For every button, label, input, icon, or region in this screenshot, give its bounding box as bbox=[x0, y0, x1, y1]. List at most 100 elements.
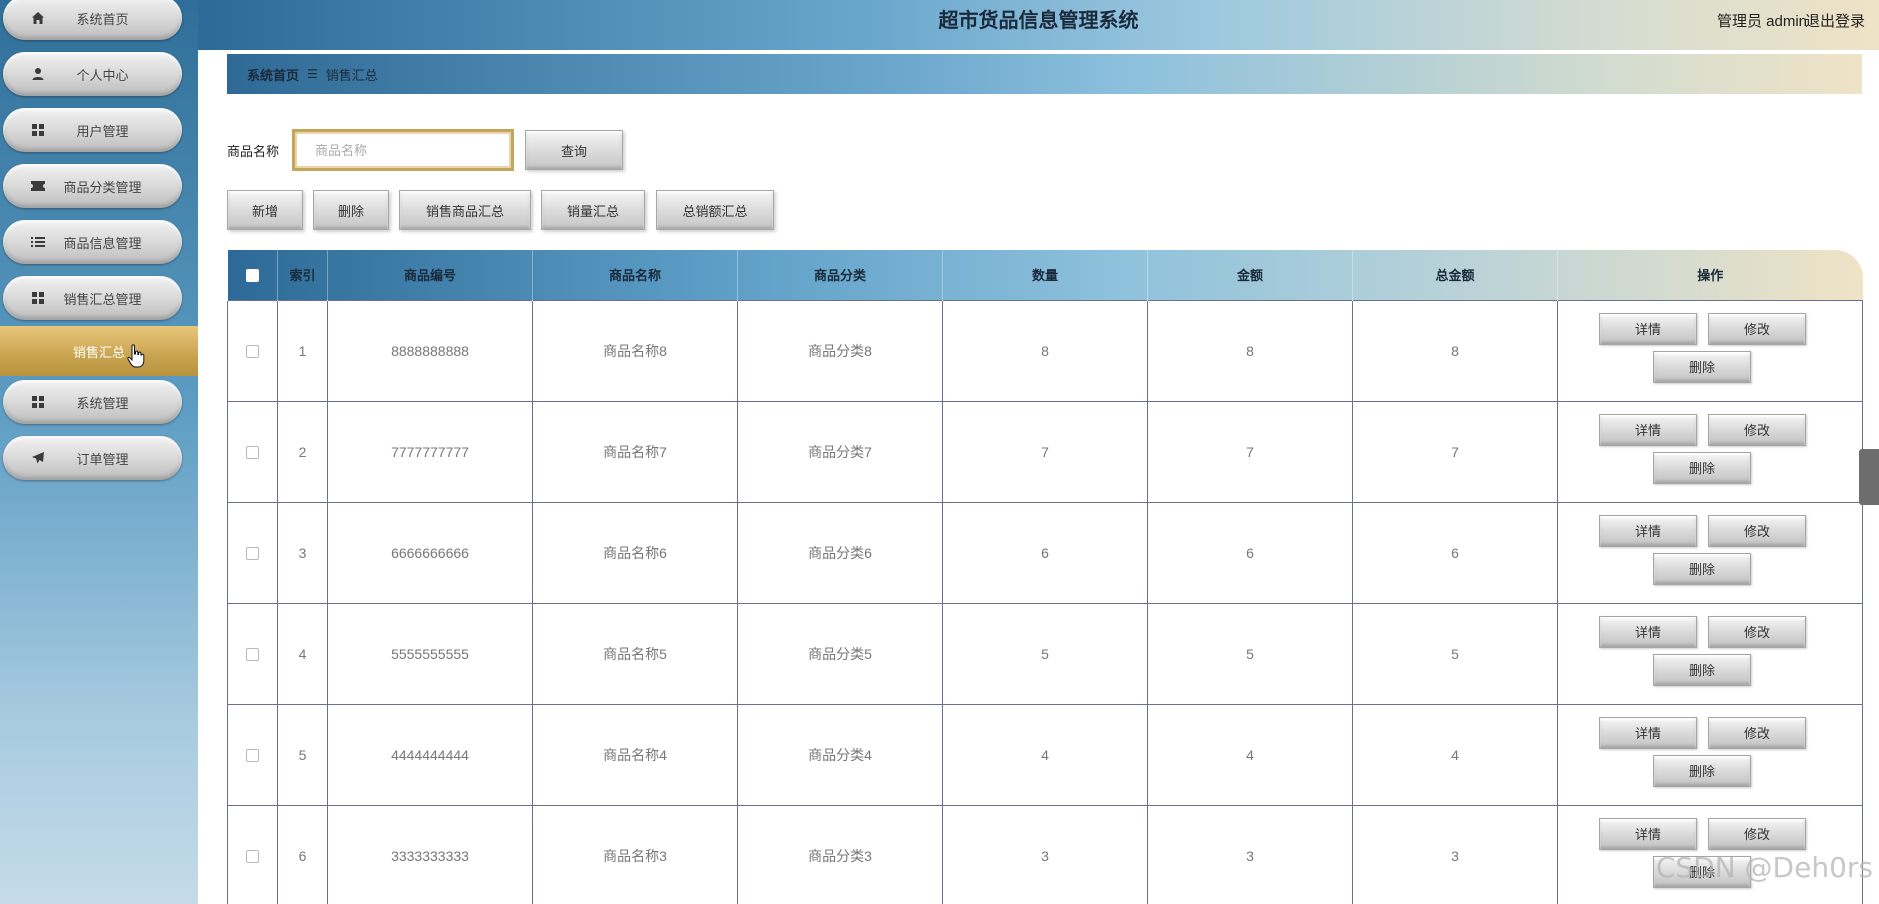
grid-icon bbox=[29, 289, 47, 307]
cell-select bbox=[227, 703, 278, 806]
total-sales-summary-button[interactable]: 总销额汇总 bbox=[656, 190, 774, 230]
row-checkbox[interactable] bbox=[246, 749, 259, 763]
detail-button[interactable]: 详情 bbox=[1599, 312, 1697, 345]
edit-button[interactable]: 修改 bbox=[1708, 312, 1806, 345]
select-all-checkbox[interactable] bbox=[246, 269, 259, 283]
cell-code: 3333333333 bbox=[327, 804, 533, 904]
row-checkbox[interactable] bbox=[246, 850, 259, 864]
cell-total: 7 bbox=[1352, 400, 1558, 503]
add-button[interactable]: 新增 bbox=[227, 190, 303, 230]
sidebar-item-label: 商品信息管理 bbox=[63, 235, 142, 251]
row-checkbox[interactable] bbox=[246, 648, 259, 662]
cell-category: 商品分类6 bbox=[737, 501, 943, 604]
sidebar-subitem-sales-summary[interactable]: 销售汇总 bbox=[0, 326, 198, 376]
volume-summary-button[interactable]: 销量汇总 bbox=[541, 190, 645, 230]
sidebar-item-label: 用户管理 bbox=[76, 123, 129, 139]
sidebar-item-label: 订单管理 bbox=[76, 451, 129, 467]
cell-qty: 4 bbox=[942, 703, 1148, 806]
sidebar-item-system[interactable]: 系统管理 bbox=[3, 380, 182, 424]
col-header-total: 总金额 bbox=[1352, 250, 1558, 300]
sidebar-item-orders[interactable]: 订单管理 bbox=[3, 436, 182, 480]
cell-ops: 详情 修改删除 bbox=[1557, 602, 1863, 705]
cell-code: 6666666666 bbox=[327, 501, 533, 604]
hand-cursor-icon bbox=[127, 344, 145, 373]
cell-name: 商品名称7 bbox=[532, 400, 738, 503]
sidebar-item-goods[interactable]: 商品信息管理 bbox=[3, 220, 182, 264]
sales-goods-summary-button[interactable]: 销售商品汇总 bbox=[399, 190, 531, 230]
detail-button[interactable]: 详情 bbox=[1599, 413, 1697, 446]
delete-button[interactable]: 删除 bbox=[1653, 350, 1751, 383]
batch-delete-button[interactable]: 删除 bbox=[313, 190, 389, 230]
row-checkbox[interactable] bbox=[246, 345, 259, 359]
detail-button[interactable]: 详情 bbox=[1599, 817, 1697, 850]
cell-index: 5 bbox=[277, 703, 328, 806]
row-checkbox[interactable] bbox=[246, 547, 259, 561]
cell-total: 8 bbox=[1352, 299, 1558, 402]
breadcrumb: 系统首页 ☰ 销售汇总 bbox=[227, 54, 1862, 94]
sidebar-item-label: 销售汇总管理 bbox=[63, 291, 142, 307]
breadcrumb-current: 销售汇总 bbox=[325, 67, 378, 83]
cell-name: 商品名称6 bbox=[532, 501, 738, 604]
query-button[interactable]: 查询 bbox=[525, 130, 623, 170]
cell-ops: 详情 修改删除 bbox=[1557, 501, 1863, 604]
cell-category: 商品分类4 bbox=[737, 703, 943, 806]
cell-ops: 详情 修改删除 bbox=[1557, 299, 1863, 402]
table-row: 5 4444444444 商品名称4 商品分类4 4 4 4 详情 修改 删除 bbox=[227, 703, 1863, 806]
col-header-index: 索引 bbox=[277, 250, 328, 300]
user-icon bbox=[29, 65, 47, 83]
cell-category: 商品分类8 bbox=[737, 299, 943, 402]
delete-button[interactable]: 删除 bbox=[1653, 451, 1751, 484]
col-header-category: 商品分类 bbox=[737, 250, 943, 300]
col-header-qty: 数量 bbox=[942, 250, 1148, 300]
logout-link[interactable]: 退出登录 bbox=[1805, 10, 1865, 31]
grid-icon bbox=[29, 393, 47, 411]
cell-total: 5 bbox=[1352, 602, 1558, 705]
cell-amount: 8 bbox=[1147, 299, 1353, 402]
cell-category: 商品分类7 bbox=[737, 400, 943, 503]
col-header-ops: 操作 bbox=[1557, 250, 1863, 300]
cell-qty: 7 bbox=[942, 400, 1148, 503]
cell-ops: 详情 修改删除 bbox=[1557, 703, 1863, 806]
edit-button[interactable]: 修改 bbox=[1708, 716, 1806, 749]
cell-name: 商品名称4 bbox=[532, 703, 738, 806]
cell-code: 7777777777 bbox=[327, 400, 533, 503]
row-checkbox[interactable] bbox=[246, 446, 259, 460]
cell-index: 1 bbox=[277, 299, 328, 402]
cell-name: 商品名称5 bbox=[532, 602, 738, 705]
sidebar-item-profile[interactable]: 个人中心 bbox=[3, 52, 182, 96]
detail-button[interactable]: 详情 bbox=[1599, 615, 1697, 648]
detail-button[interactable]: 详情 bbox=[1599, 716, 1697, 749]
edit-button[interactable]: 修改 bbox=[1708, 615, 1806, 648]
edit-button[interactable]: 修改 bbox=[1708, 413, 1806, 446]
search-label: 商品名称 bbox=[227, 144, 280, 159]
detail-button[interactable]: 详情 bbox=[1599, 514, 1697, 547]
sidebar-item-category[interactable]: 商品分类管理 bbox=[3, 164, 182, 208]
cell-amount: 5 bbox=[1147, 602, 1353, 705]
breadcrumb-home[interactable]: 系统首页 bbox=[247, 65, 299, 84]
edit-button[interactable]: 修改 bbox=[1708, 817, 1806, 850]
sidebar-item-users[interactable]: 用户管理 bbox=[3, 108, 182, 152]
search-input[interactable] bbox=[292, 129, 514, 171]
edit-button[interactable]: 修改 bbox=[1708, 514, 1806, 547]
cell-category: 商品分类3 bbox=[737, 804, 943, 904]
delete-button[interactable]: 删除 bbox=[1653, 552, 1751, 585]
cell-amount: 3 bbox=[1147, 804, 1353, 904]
send-icon bbox=[29, 449, 47, 467]
cell-ops: 详情 修改删除 bbox=[1557, 400, 1863, 503]
cell-select bbox=[227, 299, 278, 402]
sidebar-item-label: 系统首页 bbox=[76, 11, 129, 27]
cell-qty: 6 bbox=[942, 501, 1148, 604]
app-title: 超市货品信息管理系统 bbox=[938, 10, 1139, 32]
sidebar-item-home[interactable]: 系统首页 bbox=[3, 0, 182, 40]
cell-name: 商品名称8 bbox=[532, 299, 738, 402]
table-row: 3 6666666666 商品名称6 商品分类6 6 6 6 详情 修改 删除 bbox=[227, 501, 1863, 604]
sidebar: 系统首页 个人中心 用户管理 商品分类管理 商品信息管理 销售汇总管理 销售汇总 bbox=[0, 0, 198, 904]
delete-button[interactable]: 删除 bbox=[1653, 754, 1751, 787]
sidebar-item-sales[interactable]: 销售汇总管理 bbox=[3, 276, 182, 320]
side-scroll-handle[interactable] bbox=[1859, 449, 1879, 505]
sidebar-subitem-label: 销售汇总 bbox=[72, 344, 125, 360]
col-header-code: 商品编号 bbox=[327, 250, 533, 300]
cell-code: 4444444444 bbox=[327, 703, 533, 806]
cell-name: 商品名称3 bbox=[532, 804, 738, 904]
delete-button[interactable]: 删除 bbox=[1653, 653, 1751, 686]
